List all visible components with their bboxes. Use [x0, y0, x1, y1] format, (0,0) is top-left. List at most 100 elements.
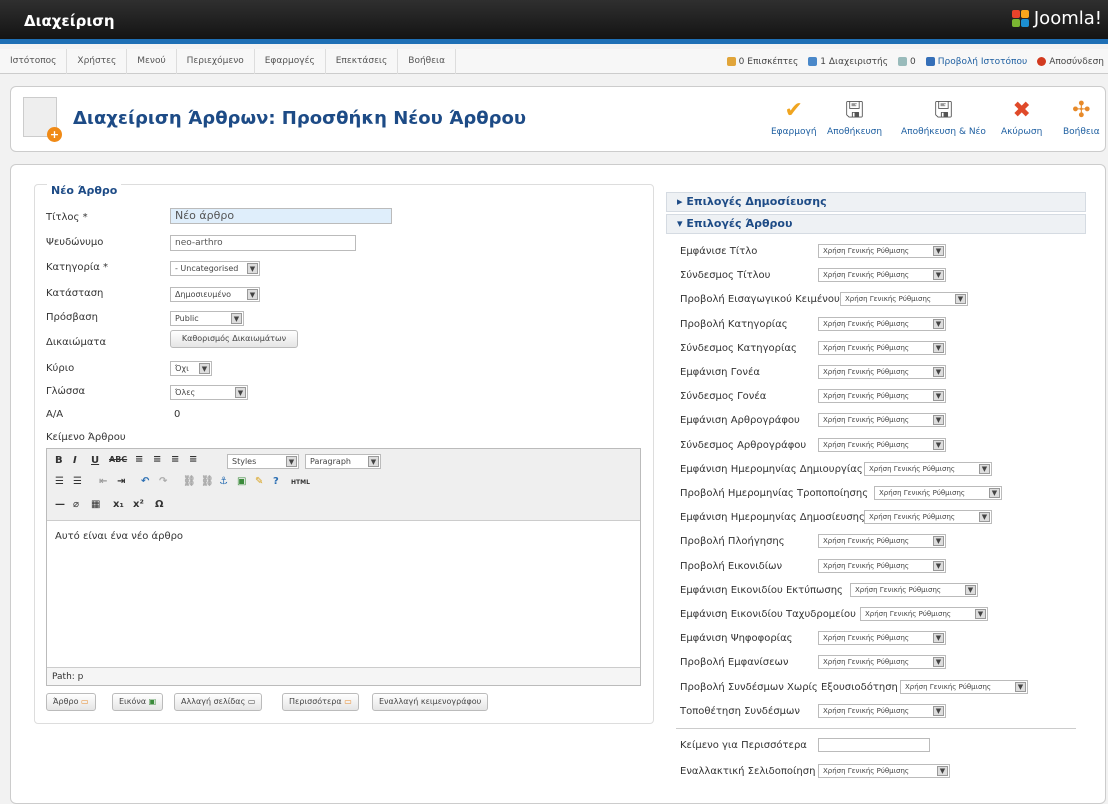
logout-link[interactable]: Αποσύνδεση	[1037, 57, 1104, 67]
option-select[interactable]: Χρήση Γενικής Ρύθμισης ▼	[818, 268, 946, 283]
menu-help[interactable]: Βοήθεια	[398, 48, 456, 74]
bold-button[interactable]: B	[55, 455, 63, 466]
table-icon[interactable]: ▦	[91, 499, 100, 510]
view-site-link[interactable]: Προβολή Ιστοτόπου	[925, 57, 1027, 67]
help-button[interactable]: ✣ Βοήθεια	[1063, 99, 1100, 138]
user-icon	[808, 57, 818, 66]
align-center-icon[interactable]: ≡	[153, 454, 161, 465]
anchor-icon[interactable]: ⚓	[219, 476, 228, 487]
menu-components[interactable]: Εφαρμογές	[255, 48, 326, 74]
cancel-button[interactable]: ✖ Ακύρωση	[1001, 99, 1042, 138]
dropdown-arrow-icon: ▼	[199, 363, 210, 374]
category-select[interactable]: - Uncategorised ▼	[170, 261, 260, 276]
option-select[interactable]: Χρήση Γενικής Ρύθμισης ▼	[818, 437, 946, 452]
set-permissions-button[interactable]: Καθορισμός Δικαιωμάτων	[170, 330, 298, 348]
option-select[interactable]: Χρήση Γενικής Ρύθμισης ▼	[818, 703, 946, 718]
cleanup-icon[interactable]: ✎	[255, 476, 263, 487]
indent-icon[interactable]: ⇥	[117, 476, 125, 487]
italic-button[interactable]: I	[73, 455, 77, 466]
option-select[interactable]: Χρήση Γενικής Ρύθμισης ▼	[900, 679, 1028, 694]
align-justify-icon[interactable]: ≡	[189, 454, 197, 465]
option-select[interactable]: Χρήση Γενικής Ρύθμισης ▼	[864, 510, 992, 525]
remove-format-icon[interactable]: ⌀	[73, 499, 79, 510]
option-select[interactable]: Χρήση Γενικής Ρύθμισης ▼	[818, 244, 946, 258]
option-select[interactable]: Χρήση Γενικής Ρύθμισης ▼	[818, 365, 946, 379]
admin-title: Διαχείριση	[24, 12, 115, 30]
menu-content[interactable]: Περιεχόμενο	[177, 48, 255, 74]
undo-icon[interactable]: ↶	[141, 476, 149, 487]
article-options-header[interactable]: ▾ Επιλογές Άρθρου	[666, 214, 1086, 234]
access-select[interactable]: Public ▼	[170, 311, 244, 326]
alias-label: Ψευδώνυμο	[46, 237, 104, 248]
bullet-list-icon[interactable]: ☰	[55, 476, 64, 487]
format-select[interactable]: Paragraph ▼	[305, 454, 381, 469]
option-select[interactable]: Χρήση Γενικής Ρύθμισης ▼	[818, 413, 946, 428]
state-select[interactable]: Δημοσιευμένο ▼	[170, 287, 260, 302]
alt-layout-select[interactable]: Χρήση Γενικής Ρύθμισης ▼	[818, 764, 950, 778]
html-icon[interactable]: HTML	[291, 479, 310, 486]
top-header: Διαχείριση Joomla!	[0, 0, 1108, 44]
option-select[interactable]: Χρήση Γενικής Ρύθμισης ▼	[818, 316, 946, 331]
apply-button[interactable]: ✔ Εφαρμογή	[771, 99, 817, 138]
article-text-label: Κείμενο Άρθρου	[46, 432, 126, 443]
option-select[interactable]: Χρήση Γενικής Ρύθμισης ▼	[818, 655, 946, 670]
dropdown-arrow-icon: ▼	[286, 456, 297, 467]
editor-content[interactable]: Αυτό είναι ένα νέο άρθρο	[55, 531, 183, 542]
number-list-icon[interactable]: ☰	[73, 476, 82, 487]
dropdown-arrow-icon: ▼	[933, 536, 944, 547]
readmore-button[interactable]: Περισσότερα ▭	[282, 693, 359, 711]
menu-users[interactable]: Χρήστες	[67, 48, 128, 74]
strikethrough-button[interactable]: ABC	[109, 455, 127, 464]
publishing-options-header[interactable]: ▸ Επιλογές Δημοσίευσης	[666, 192, 1086, 212]
align-left-icon[interactable]: ≡	[135, 454, 143, 465]
option-select[interactable]: Χρήση Γενικής Ρύθμισης ▼	[864, 461, 992, 476]
messages-status[interactable]: 0	[897, 57, 916, 67]
underline-button[interactable]: U	[91, 455, 99, 466]
editor-path: Path: p	[47, 667, 640, 685]
option-select[interactable]: Χρήση Γενικής Ρύθμισης ▼	[818, 534, 946, 549]
horizontal-rule-icon[interactable]: —	[55, 499, 65, 510]
save-new-button[interactable]: 🖫 Αποθήκευση & Νέο	[901, 99, 986, 138]
option-label: Εμφάνιση Ημερομηνίας Δημιουργίας	[680, 463, 863, 475]
subscript-icon[interactable]: x₁	[113, 499, 124, 510]
dropdown-arrow-icon: ▼	[933, 705, 944, 716]
option-label: Προβολή Πλοήγησης	[680, 536, 785, 548]
align-right-icon[interactable]: ≡	[171, 454, 179, 465]
image-icon[interactable]: ▣	[237, 476, 246, 487]
menu-extensions[interactable]: Επεκτάσεις	[326, 48, 399, 74]
save-button[interactable]: 🖫 Αποθήκευση	[827, 98, 882, 138]
outdent-icon[interactable]: ⇤	[99, 476, 107, 487]
option-select[interactable]: Χρήση Γενικής Ρύθμισης ▼	[818, 631, 946, 646]
joomla-logo[interactable]: Joomla!	[1011, 8, 1102, 29]
option-select[interactable]: Χρήση Γενικής Ρύθμισης ▼	[874, 486, 1002, 500]
article-button[interactable]: Άρθρο ▭	[46, 693, 96, 711]
redo-icon[interactable]: ↷	[159, 476, 167, 487]
superscript-icon[interactable]: x²	[133, 499, 144, 510]
featured-select[interactable]: Όχι ▼	[170, 361, 212, 376]
option-select[interactable]: Χρήση Γενικής Ρύθμισης ▼	[850, 582, 978, 597]
toggle-editor-button[interactable]: Εναλλαγή κειμενογράφου	[372, 693, 489, 711]
special-char-icon[interactable]: Ω	[155, 499, 164, 510]
option-select[interactable]: Χρήση Γενικής Ρύθμισης ▼	[818, 389, 946, 404]
option-select[interactable]: Χρήση Γενικής Ρύθμισης ▼	[818, 340, 946, 355]
styles-select[interactable]: Styles ▼	[227, 454, 299, 469]
language-select[interactable]: Όλες ▼	[170, 385, 248, 400]
image-button[interactable]: Εικόνα ▣	[112, 693, 164, 711]
alias-input[interactable]: neo-arthro	[170, 235, 356, 251]
help-circle-icon[interactable]: ?	[273, 476, 279, 487]
title-input[interactable]: Νέο άρθρο	[170, 208, 392, 224]
option-select[interactable]: Χρήση Γενικής Ρύθμισης ▼	[818, 558, 946, 573]
rich-text-editor: B I U ABC ≡ ≡ ≡ ≡ Styles ▼ Paragraph ▼ ☰ ☰…	[46, 448, 641, 686]
dropdown-arrow-icon: ▼	[368, 456, 379, 467]
option-select[interactable]: Χρήση Γενικής Ρύθμισης ▼	[840, 292, 968, 307]
pagebreak-button[interactable]: Αλλαγή σελίδας ▭	[174, 693, 263, 711]
menu-menus[interactable]: Μενού	[127, 48, 177, 74]
readmore-text-input[interactable]	[818, 738, 930, 752]
article-add-icon: +	[23, 97, 62, 142]
save-icon: 🖫	[845, 98, 864, 123]
unlink-icon[interactable]: ⛓	[201, 476, 214, 487]
link-icon[interactable]: ⛓	[183, 476, 196, 487]
menu-site[interactable]: Ιστότοπος	[0, 48, 68, 74]
option-select[interactable]: Χρήση Γενικής Ρύθμισης ▼	[860, 607, 988, 621]
option-label: Σύνδεσμος Τίτλου	[680, 270, 771, 282]
